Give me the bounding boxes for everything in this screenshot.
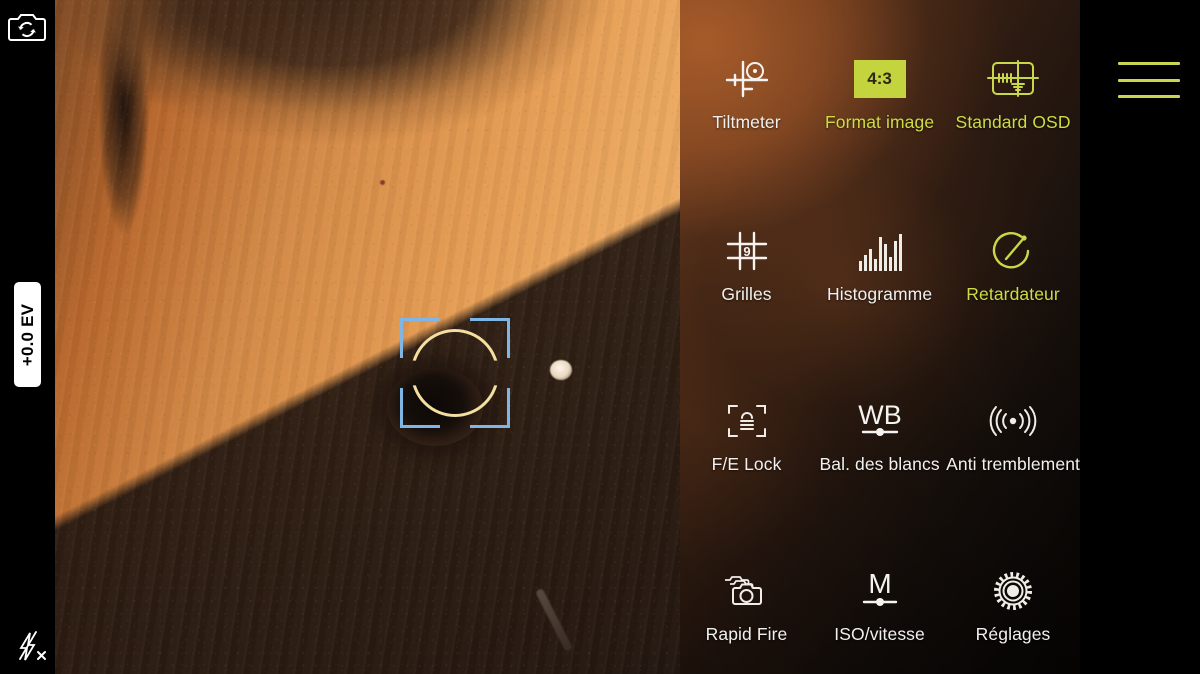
hamburger-line <box>1118 62 1180 65</box>
setting-label: Anti tremblement <box>946 454 1080 474</box>
setting-label: Réglages <box>975 624 1051 644</box>
exposure-compensation-value: +0.0 EV <box>17 303 37 366</box>
setting-rapid-fire[interactable]: Rapid Fire <box>680 530 813 674</box>
setting-label: Histogramme <box>827 284 933 304</box>
setting-label: Retardateur <box>966 284 1060 304</box>
setting-iso-speed[interactable]: M ISO/vitesse <box>813 530 946 674</box>
setting-retardateur[interactable]: Retardateur <box>946 190 1080 360</box>
setting-label: Bal. des blancs <box>819 454 940 474</box>
setting-stabilization[interactable]: Anti tremblement <box>946 360 1080 530</box>
tiltmeter-icon <box>721 54 773 104</box>
hamburger-line <box>1118 78 1180 82</box>
setting-format-image[interactable]: 4:3 Format image <box>813 18 946 190</box>
preview-speck <box>380 180 385 185</box>
setting-label: Format image <box>825 112 935 132</box>
setting-label: Grilles <box>721 284 772 304</box>
burst-camera-icon <box>719 566 775 616</box>
lock-frame-icon <box>723 396 771 446</box>
hamburger-line <box>1118 95 1180 98</box>
right-toolbar: Tele Dual Wide <box>1080 0 1200 674</box>
histogram-icon <box>855 226 905 276</box>
left-toolbar: +0.0 EV <box>0 0 55 674</box>
setting-tiltmeter[interactable]: Tiltmeter <box>680 18 813 190</box>
focus-reticle[interactable] <box>400 318 510 428</box>
svg-text:9: 9 <box>743 244 750 259</box>
setting-standard-osd[interactable]: Standard OSD <box>946 18 1080 190</box>
aspect-ratio-value: 4:3 <box>867 69 892 88</box>
setting-grilles[interactable]: 9 Grilles <box>680 190 813 360</box>
osd-frame-icon <box>984 54 1042 104</box>
camera-app-screen: +0.0 EV Tiltmeter 4:3 Format image Stand… <box>0 0 1200 674</box>
viewfinder[interactable] <box>55 0 680 674</box>
settings-grid: Tiltmeter 4:3 Format image Standard OSD … <box>680 0 1080 674</box>
manual-mode-icon: M <box>854 566 906 616</box>
grid-icon: 9 <box>722 226 772 276</box>
svg-text:WB: WB <box>858 400 902 430</box>
aspect-ratio-icon: 4:3 <box>853 54 906 104</box>
setting-label: Rapid Fire <box>705 624 788 644</box>
setting-label: ISO/vitesse <box>834 624 925 644</box>
timer-icon <box>990 226 1036 276</box>
camera-flip-icon[interactable] <box>8 10 46 44</box>
gear-icon <box>990 566 1036 616</box>
white-balance-icon: WB <box>850 396 910 446</box>
setting-label: Standard OSD <box>955 112 1071 132</box>
preview-phone-flash <box>550 360 572 380</box>
setting-white-balance[interactable]: WB Bal. des blancs <box>813 360 946 530</box>
flash-off-icon[interactable] <box>10 630 50 664</box>
exposure-compensation-badge[interactable]: +0.0 EV <box>14 282 41 387</box>
setting-label: F/E Lock <box>711 454 782 474</box>
setting-fe-lock[interactable]: F/E Lock <box>680 360 813 530</box>
setting-reglages[interactable]: Réglages <box>946 530 1080 674</box>
setting-histogramme[interactable]: Histogramme <box>813 190 946 360</box>
svg-text:M: M <box>868 568 891 599</box>
settings-panel: Tiltmeter 4:3 Format image Standard OSD … <box>680 0 1080 674</box>
stabilization-icon <box>986 396 1040 446</box>
preview-noise <box>55 0 680 674</box>
hamburger-menu-icon[interactable] <box>1118 62 1180 98</box>
setting-label: Tiltmeter <box>712 112 781 132</box>
